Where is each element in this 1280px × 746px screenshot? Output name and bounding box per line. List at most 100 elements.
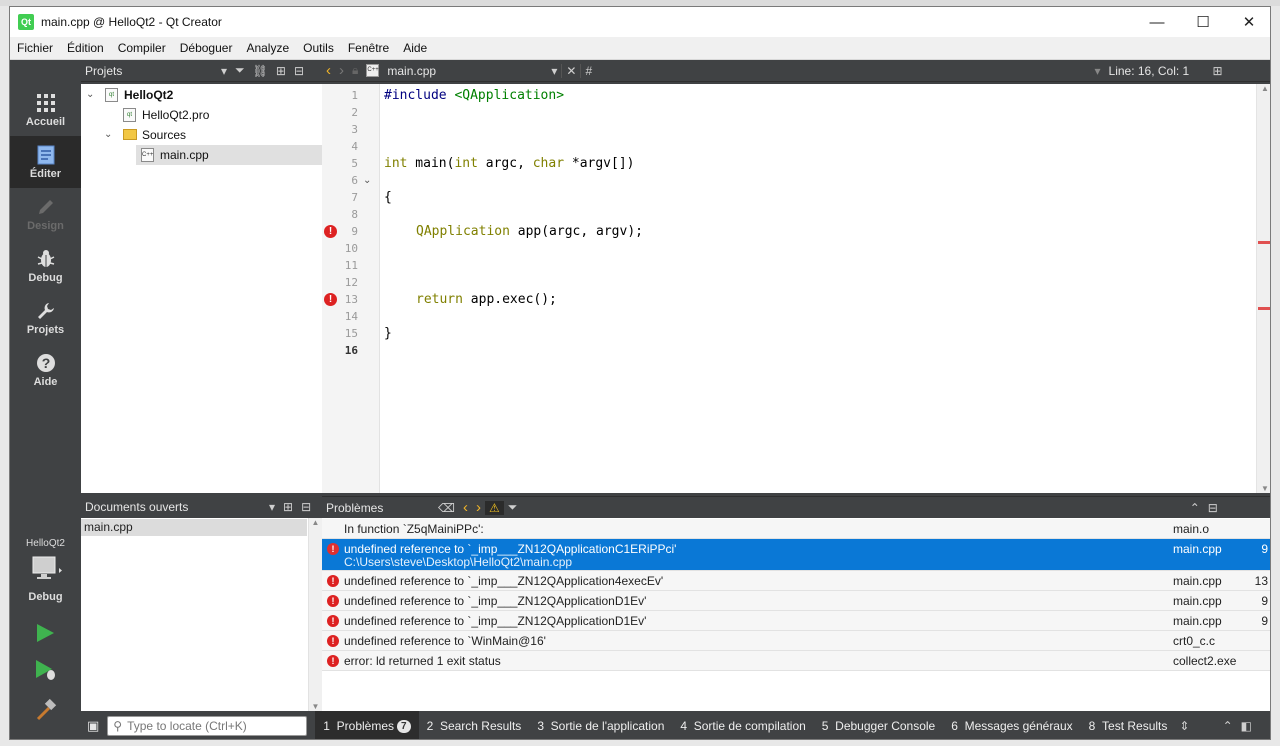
bug-icon xyxy=(10,246,81,272)
open-docs-title[interactable]: Documents ouverts xyxy=(85,500,265,514)
mode-aide[interactable]: ? Aide xyxy=(10,344,81,396)
pro-file-icon: qt xyxy=(123,108,136,122)
split-icon[interactable]: ⊞ xyxy=(279,500,297,514)
split-icon[interactable]: ⊞ xyxy=(1209,64,1227,78)
menu-edition[interactable]: Édition xyxy=(60,37,111,60)
mode-accueil[interactable]: Accueil xyxy=(10,84,81,136)
build-button[interactable] xyxy=(34,698,58,725)
tree-item-project[interactable]: ⌄ qt HelloQt2 xyxy=(81,85,322,105)
chevron-down-icon[interactable]: ⌄ xyxy=(86,85,94,105)
mode-bar: Accueil Éditer Design Debug Projets ? Ai… xyxy=(10,60,81,739)
filter-icon[interactable]: ⏷ xyxy=(231,63,249,78)
issue-row[interactable]: In function `Z5qMainiPPc': main.o xyxy=(322,519,1270,539)
scroll-up-icon[interactable]: ▲ xyxy=(309,518,322,527)
close-window-button[interactable]: ✕ xyxy=(1226,7,1270,37)
issue-row[interactable]: ! error: ld returned 1 exit status colle… xyxy=(322,651,1270,671)
mode-projets[interactable]: Projets xyxy=(10,292,81,344)
open-file-selector[interactable]: main.cpp xyxy=(387,64,547,78)
issue-row[interactable]: ! undefined reference to `_imp___ZN12QAp… xyxy=(322,591,1270,611)
menu-compiler[interactable]: Compiler xyxy=(111,37,173,60)
tab-compile-output[interactable]: 4 Sortie de compilation xyxy=(672,711,813,739)
editor-scrollbar[interactable]: ▲ ▼ xyxy=(1256,84,1270,493)
issues-title: Problèmes xyxy=(326,500,384,515)
menu-bar: Fichier Édition Compiler Déboguer Analyz… xyxy=(10,37,1270,60)
window-title: main.cpp @ HelloQt2 - Qt Creator xyxy=(41,15,222,29)
tree-item-sources[interactable]: ⌄ Sources xyxy=(81,125,322,145)
tabs-overflow-icon[interactable]: ⇕ xyxy=(1175,719,1193,733)
warning-filter-icon[interactable]: ⚠ xyxy=(484,500,504,515)
menu-analyze[interactable]: Analyze xyxy=(239,37,296,60)
mode-debug[interactable]: Debug xyxy=(10,240,81,292)
scroll-up-icon[interactable]: ▲ xyxy=(1261,84,1269,93)
chevron-down-icon[interactable]: ▾ xyxy=(217,64,231,78)
tree-item-main-cpp[interactable]: C++ main.cpp xyxy=(136,145,322,165)
next-item-icon[interactable]: › xyxy=(472,499,485,516)
menu-deboguer[interactable]: Déboguer xyxy=(173,37,240,60)
tab-debugger-console[interactable]: 5 Debugger Console xyxy=(814,711,943,739)
tab-test-results[interactable]: 8 Test Results xyxy=(1081,711,1176,739)
clean-icon[interactable]: ⌫ xyxy=(434,501,459,515)
menu-outils[interactable]: Outils xyxy=(296,37,341,60)
kit-selector-button[interactable] xyxy=(32,556,62,585)
cursor-position[interactable]: Line: 16, Col: 1 xyxy=(1109,64,1209,78)
locator-placeholder: Type to locate (Ctrl+K) xyxy=(127,719,247,733)
menu-fenetre[interactable]: Fenêtre xyxy=(341,37,396,60)
tab-problemes[interactable]: 1 Problèmes 7 xyxy=(315,711,419,739)
maximize-button[interactable]: ☐ xyxy=(1180,7,1226,37)
projects-view-selector[interactable]: Projets xyxy=(85,64,217,78)
mode-design[interactable]: Design xyxy=(10,188,81,240)
close-pane-icon[interactable]: ⊟ xyxy=(290,64,308,78)
toggle-sidebar-icon[interactable]: ▣ xyxy=(87,718,99,734)
mode-editer[interactable]: Éditer xyxy=(10,136,81,188)
chevron-down-icon[interactable]: ▾ xyxy=(265,500,279,514)
kit-build-label: Debug xyxy=(28,591,63,603)
tab-search-results[interactable]: 2 Search Results xyxy=(419,711,530,739)
keyword: int xyxy=(454,156,478,171)
symbol-selector[interactable]: # xyxy=(580,63,1090,78)
debug-run-button[interactable] xyxy=(34,658,58,685)
code-editor[interactable]: 1 2 3 4 5 6 ⌄ 7 8 ! 9 10 11 12 ! 13 14 1… xyxy=(322,84,1270,493)
forward-arrow-icon[interactable]: › xyxy=(335,62,348,79)
chevron-down-icon[interactable]: ▾ xyxy=(1090,64,1104,78)
menu-fichier[interactable]: Fichier xyxy=(10,37,60,60)
tree-item-pro-file[interactable]: qt HelloQt2.pro xyxy=(81,105,322,125)
maximize-output-icon[interactable]: ⌃ xyxy=(1219,719,1237,733)
open-doc-item[interactable]: main.cpp xyxy=(81,519,307,536)
mode-label: Accueil xyxy=(25,116,66,128)
close-document-icon[interactable]: ✕ xyxy=(561,63,580,78)
maximize-pane-icon[interactable]: ⌃ xyxy=(1186,501,1204,515)
close-pane-icon[interactable]: ⊟ xyxy=(297,500,315,514)
tab-application-output[interactable]: 3 Sortie de l'application xyxy=(529,711,672,739)
tab-number: 2 xyxy=(426,719,434,733)
chevron-down-icon[interactable]: ▾ xyxy=(547,64,561,78)
filter-icon[interactable]: ⏷ xyxy=(504,500,1186,515)
tree-item-label: HelloQt2.pro xyxy=(142,108,210,122)
error-icon: ! xyxy=(327,575,339,587)
split-icon[interactable]: ⊞ xyxy=(272,64,290,78)
line-number: 14 xyxy=(344,310,358,323)
link-icon[interactable]: ⛓ xyxy=(249,64,272,78)
issues-toolbar: Problèmes ⌫ ‹ › ⚠ ⏷ ⌃ ⊟ xyxy=(322,496,1270,518)
issue-row[interactable]: ! undefined reference to `WinMain@16' cr… xyxy=(322,631,1270,651)
menu-aide[interactable]: Aide xyxy=(396,37,434,60)
tab-general-messages[interactable]: 6 Messages généraux xyxy=(943,711,1080,739)
open-docs-scrollbar[interactable]: ▲ ▼ xyxy=(308,518,322,711)
fold-chevron-icon[interactable]: ⌄ xyxy=(363,172,371,189)
locator-input[interactable]: ⚲ Type to locate (Ctrl+K) xyxy=(107,716,308,736)
back-arrow-icon[interactable]: ‹ xyxy=(322,62,335,79)
scroll-down-icon[interactable]: ▼ xyxy=(309,702,322,711)
chevron-down-icon[interactable]: ⌄ xyxy=(104,125,112,145)
toggle-right-sidebar-icon[interactable]: ◧ xyxy=(1237,719,1256,733)
run-button[interactable] xyxy=(34,622,56,647)
projects-toolbar: Projets ▾ ⏷ ⛓ ⊞ ⊟ xyxy=(81,60,322,82)
close-pane-icon[interactable]: ⊟ xyxy=(1204,501,1222,515)
issue-row[interactable]: ! undefined reference to `_imp___ZN12QAp… xyxy=(322,571,1270,591)
issue-line: 9 xyxy=(1261,542,1268,556)
line-number: 15 xyxy=(344,327,358,340)
issue-row[interactable]: ! undefined reference to `_imp___ZN12QAp… xyxy=(322,611,1270,631)
cpp-file-icon: C++ xyxy=(141,148,154,162)
issue-row-selected[interactable]: ! undefined reference to `_imp___ZN12QAp… xyxy=(322,539,1270,571)
scroll-down-icon[interactable]: ▼ xyxy=(1261,484,1269,493)
previous-item-icon[interactable]: ‹ xyxy=(459,499,472,516)
minimize-button[interactable]: — xyxy=(1134,7,1180,37)
